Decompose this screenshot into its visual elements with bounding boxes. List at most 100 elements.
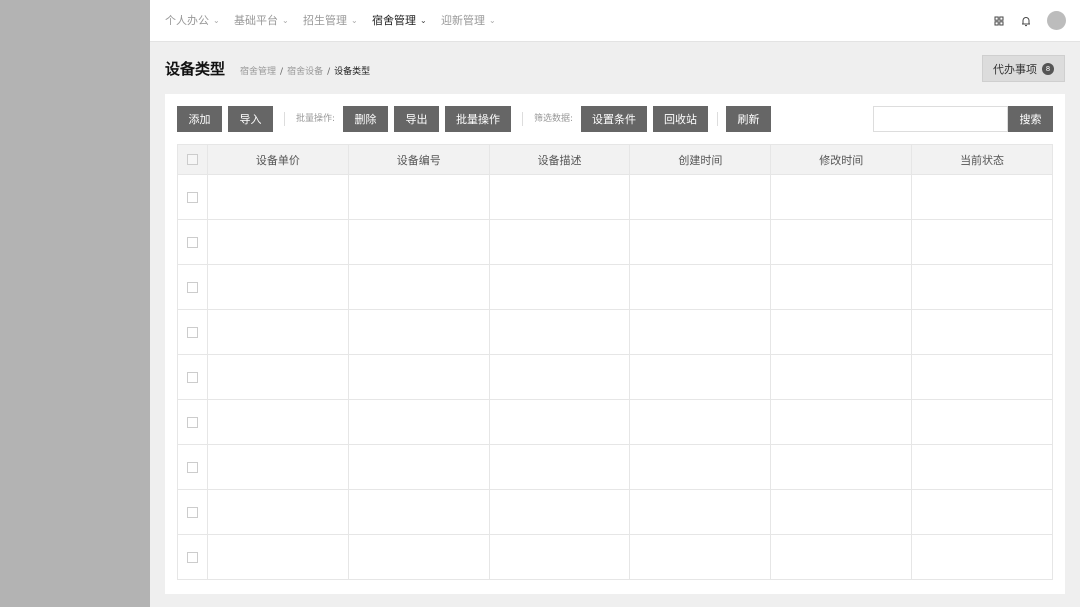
- row-checkbox[interactable]: [187, 506, 198, 518]
- table-cell: [770, 444, 913, 490]
- column-header-created-time[interactable]: 创建时间: [629, 144, 772, 175]
- table-cell: [488, 534, 631, 580]
- row-checkbox[interactable]: [187, 551, 198, 563]
- table-cell: [629, 174, 772, 220]
- nav-label: 个人办公: [165, 14, 209, 27]
- breadcrumb: 宿舍管理 / 宿舍设备 / 设备类型: [240, 64, 370, 77]
- table-row[interactable]: [177, 444, 1053, 490]
- row-select-cell: [177, 534, 208, 580]
- select-all-cell: [177, 144, 208, 175]
- breadcrumb-item[interactable]: 宿舍管理: [240, 67, 276, 77]
- sidebar: [0, 0, 150, 607]
- filter-label: 筛选数据:: [534, 114, 574, 124]
- avatar[interactable]: [1047, 11, 1066, 30]
- table-cell: [207, 264, 349, 310]
- toolbar-divider: [717, 112, 718, 126]
- row-select-cell: [177, 354, 208, 400]
- nav-dormitory[interactable]: 宿舍管理 ⌄: [372, 0, 427, 41]
- table-cell: [347, 399, 490, 445]
- search-input[interactable]: [873, 106, 1008, 132]
- table-cell: [770, 354, 913, 400]
- table-cell: [911, 174, 1053, 220]
- row-checkbox[interactable]: [187, 461, 198, 473]
- chevron-down-icon: ⌄: [489, 16, 496, 25]
- row-checkbox[interactable]: [187, 326, 198, 338]
- table-cell: [488, 444, 631, 490]
- nav-base-platform[interactable]: 基础平台 ⌄: [234, 0, 289, 41]
- nav-label: 招生管理: [303, 14, 347, 27]
- breadcrumb-item[interactable]: 宿舍设备: [287, 67, 323, 77]
- row-checkbox[interactable]: [187, 281, 198, 293]
- recycle-bin-button[interactable]: 回收站: [653, 106, 708, 132]
- table-cell: [770, 174, 913, 220]
- column-header-unit-price[interactable]: 设备单价: [207, 144, 349, 175]
- table-cell: [770, 219, 913, 265]
- nav-welcome[interactable]: 迎新管理 ⌄: [441, 0, 496, 41]
- data-table: 设备单价 设备编号 设备描述 创建时间 修改时间 当前状态: [177, 144, 1053, 580]
- breadcrumb-separator: /: [280, 67, 284, 77]
- table-cell: [629, 309, 772, 355]
- table-cell: [770, 534, 913, 580]
- row-checkbox[interactable]: [187, 191, 198, 203]
- table-row[interactable]: [177, 264, 1053, 310]
- batch-operation-button[interactable]: 批量操作: [445, 106, 511, 132]
- table-cell: [629, 219, 772, 265]
- table-cell: [347, 534, 490, 580]
- table-cell: [911, 264, 1053, 310]
- nav-label: 基础平台: [234, 14, 278, 27]
- row-checkbox[interactable]: [187, 236, 198, 248]
- table-header-row: 设备单价 设备编号 设备描述 创建时间 修改时间 当前状态: [177, 144, 1053, 175]
- table-row[interactable]: [177, 309, 1053, 355]
- table-cell: [488, 174, 631, 220]
- table-cell: [911, 219, 1053, 265]
- table-cell: [207, 444, 349, 490]
- column-header-modified-time[interactable]: 修改时间: [770, 144, 913, 175]
- row-select-cell: [177, 489, 208, 535]
- select-all-checkbox[interactable]: [187, 154, 198, 165]
- nav-enrollment[interactable]: 招生管理 ⌄: [303, 0, 358, 41]
- table-row[interactable]: [177, 489, 1053, 535]
- row-checkbox[interactable]: [187, 371, 198, 383]
- export-button[interactable]: 导出: [394, 106, 439, 132]
- table-row[interactable]: [177, 399, 1053, 445]
- todo-button[interactable]: 代办事项 8: [982, 55, 1065, 82]
- nav-label: 迎新管理: [441, 14, 485, 27]
- chevron-down-icon: ⌄: [351, 16, 358, 25]
- table-cell: [347, 219, 490, 265]
- apps-grid-icon[interactable]: [991, 13, 1007, 29]
- breadcrumb-separator: /: [327, 67, 331, 77]
- table-cell: [488, 309, 631, 355]
- table-cell: [629, 354, 772, 400]
- set-condition-button[interactable]: 设置条件: [581, 106, 647, 132]
- table-cell: [207, 309, 349, 355]
- table-cell: [488, 399, 631, 445]
- refresh-button[interactable]: 刷新: [726, 106, 771, 132]
- column-header-device-code[interactable]: 设备编号: [347, 144, 490, 175]
- row-select-cell: [177, 264, 208, 310]
- table-cell: [347, 309, 490, 355]
- row-checkbox[interactable]: [187, 416, 198, 428]
- table-row[interactable]: [177, 174, 1053, 220]
- bell-icon[interactable]: [1018, 13, 1034, 29]
- table-cell: [770, 399, 913, 445]
- table-cell: [488, 354, 631, 400]
- add-button[interactable]: 添加: [177, 106, 222, 132]
- table-row[interactable]: [177, 219, 1053, 265]
- table-cell: [347, 354, 490, 400]
- chevron-down-icon: ⌄: [420, 16, 427, 25]
- table-row[interactable]: [177, 534, 1053, 580]
- import-button[interactable]: 导入: [228, 106, 273, 132]
- delete-button[interactable]: 删除: [343, 106, 388, 132]
- table-cell: [347, 444, 490, 490]
- row-select-cell: [177, 174, 208, 220]
- todo-count-badge: 8: [1042, 62, 1054, 75]
- column-header-description[interactable]: 设备描述: [488, 144, 631, 175]
- table-cell: [911, 309, 1053, 355]
- table-cell: [207, 534, 349, 580]
- row-select-cell: [177, 399, 208, 445]
- table-row[interactable]: [177, 354, 1053, 400]
- search-button[interactable]: 搜索: [1008, 106, 1053, 132]
- table-cell: [207, 489, 349, 535]
- column-header-status[interactable]: 当前状态: [911, 144, 1053, 175]
- nav-personal-office[interactable]: 个人办公 ⌄: [165, 0, 220, 41]
